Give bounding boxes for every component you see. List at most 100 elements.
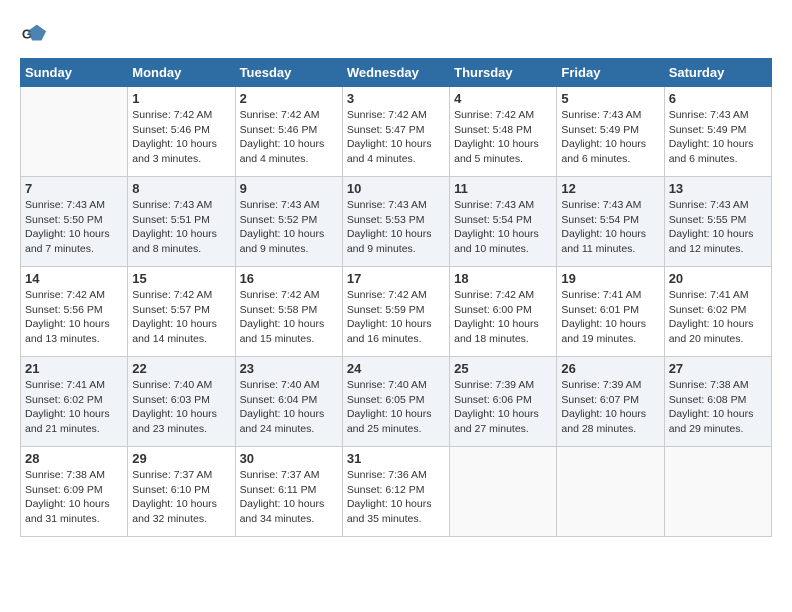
calendar-week-row: 7 Sunrise: 7:43 AMSunset: 5:50 PMDayligh… <box>21 177 772 267</box>
cell-date: 29 <box>132 451 230 466</box>
cell-date: 3 <box>347 91 445 106</box>
cell-date: 13 <box>669 181 767 196</box>
cell-info: Sunrise: 7:42 AMSunset: 5:56 PMDaylight:… <box>25 288 123 347</box>
calendar-cell: 3 Sunrise: 7:42 AMSunset: 5:47 PMDayligh… <box>342 87 449 177</box>
cell-info: Sunrise: 7:43 AMSunset: 5:54 PMDaylight:… <box>561 198 659 257</box>
cell-date: 25 <box>454 361 552 376</box>
calendar-cell: 2 Sunrise: 7:42 AMSunset: 5:46 PMDayligh… <box>235 87 342 177</box>
calendar-cell: 16 Sunrise: 7:42 AMSunset: 5:58 PMDaylig… <box>235 267 342 357</box>
cell-info: Sunrise: 7:42 AMSunset: 5:58 PMDaylight:… <box>240 288 338 347</box>
cell-info: Sunrise: 7:41 AMSunset: 6:01 PMDaylight:… <box>561 288 659 347</box>
calendar-cell: 14 Sunrise: 7:42 AMSunset: 5:56 PMDaylig… <box>21 267 128 357</box>
cell-date: 23 <box>240 361 338 376</box>
calendar-week-row: 1 Sunrise: 7:42 AMSunset: 5:46 PMDayligh… <box>21 87 772 177</box>
cell-info: Sunrise: 7:43 AMSunset: 5:52 PMDaylight:… <box>240 198 338 257</box>
day-header-sunday: Sunday <box>21 59 128 87</box>
logo-icon: G <box>20 20 48 48</box>
cell-info: Sunrise: 7:38 AMSunset: 6:09 PMDaylight:… <box>25 468 123 527</box>
calendar-cell: 30 Sunrise: 7:37 AMSunset: 6:11 PMDaylig… <box>235 447 342 537</box>
calendar-cell <box>21 87 128 177</box>
calendar-cell: 31 Sunrise: 7:36 AMSunset: 6:12 PMDaylig… <box>342 447 449 537</box>
cell-date: 24 <box>347 361 445 376</box>
cell-date: 17 <box>347 271 445 286</box>
calendar-cell: 22 Sunrise: 7:40 AMSunset: 6:03 PMDaylig… <box>128 357 235 447</box>
cell-date: 7 <box>25 181 123 196</box>
calendar-cell: 11 Sunrise: 7:43 AMSunset: 5:54 PMDaylig… <box>450 177 557 267</box>
cell-info: Sunrise: 7:40 AMSunset: 6:03 PMDaylight:… <box>132 378 230 437</box>
cell-info: Sunrise: 7:42 AMSunset: 6:00 PMDaylight:… <box>454 288 552 347</box>
calendar-cell: 13 Sunrise: 7:43 AMSunset: 5:55 PMDaylig… <box>664 177 771 267</box>
cell-date: 10 <box>347 181 445 196</box>
calendar-cell: 18 Sunrise: 7:42 AMSunset: 6:00 PMDaylig… <box>450 267 557 357</box>
calendar-cell <box>557 447 664 537</box>
cell-date: 21 <box>25 361 123 376</box>
calendar-cell: 4 Sunrise: 7:42 AMSunset: 5:48 PMDayligh… <box>450 87 557 177</box>
cell-info: Sunrise: 7:42 AMSunset: 5:57 PMDaylight:… <box>132 288 230 347</box>
cell-date: 4 <box>454 91 552 106</box>
cell-info: Sunrise: 7:42 AMSunset: 5:47 PMDaylight:… <box>347 108 445 167</box>
cell-info: Sunrise: 7:39 AMSunset: 6:06 PMDaylight:… <box>454 378 552 437</box>
calendar-table: SundayMondayTuesdayWednesdayThursdayFrid… <box>20 58 772 537</box>
calendar-cell: 29 Sunrise: 7:37 AMSunset: 6:10 PMDaylig… <box>128 447 235 537</box>
day-header-friday: Friday <box>557 59 664 87</box>
cell-info: Sunrise: 7:38 AMSunset: 6:08 PMDaylight:… <box>669 378 767 437</box>
cell-info: Sunrise: 7:41 AMSunset: 6:02 PMDaylight:… <box>25 378 123 437</box>
cell-info: Sunrise: 7:37 AMSunset: 6:11 PMDaylight:… <box>240 468 338 527</box>
day-header-tuesday: Tuesday <box>235 59 342 87</box>
cell-date: 16 <box>240 271 338 286</box>
cell-info: Sunrise: 7:43 AMSunset: 5:49 PMDaylight:… <box>561 108 659 167</box>
cell-date: 28 <box>25 451 123 466</box>
cell-info: Sunrise: 7:42 AMSunset: 5:59 PMDaylight:… <box>347 288 445 347</box>
cell-info: Sunrise: 7:39 AMSunset: 6:07 PMDaylight:… <box>561 378 659 437</box>
calendar-cell: 20 Sunrise: 7:41 AMSunset: 6:02 PMDaylig… <box>664 267 771 357</box>
cell-date: 31 <box>347 451 445 466</box>
calendar-cell: 17 Sunrise: 7:42 AMSunset: 5:59 PMDaylig… <box>342 267 449 357</box>
cell-date: 6 <box>669 91 767 106</box>
cell-info: Sunrise: 7:41 AMSunset: 6:02 PMDaylight:… <box>669 288 767 347</box>
cell-date: 11 <box>454 181 552 196</box>
day-header-monday: Monday <box>128 59 235 87</box>
cell-info: Sunrise: 7:40 AMSunset: 6:05 PMDaylight:… <box>347 378 445 437</box>
cell-date: 15 <box>132 271 230 286</box>
calendar-cell: 12 Sunrise: 7:43 AMSunset: 5:54 PMDaylig… <box>557 177 664 267</box>
calendar-cell: 15 Sunrise: 7:42 AMSunset: 5:57 PMDaylig… <box>128 267 235 357</box>
cell-date: 2 <box>240 91 338 106</box>
calendar-cell: 23 Sunrise: 7:40 AMSunset: 6:04 PMDaylig… <box>235 357 342 447</box>
calendar-cell: 6 Sunrise: 7:43 AMSunset: 5:49 PMDayligh… <box>664 87 771 177</box>
calendar-cell: 7 Sunrise: 7:43 AMSunset: 5:50 PMDayligh… <box>21 177 128 267</box>
calendar-week-row: 21 Sunrise: 7:41 AMSunset: 6:02 PMDaylig… <box>21 357 772 447</box>
calendar-cell: 27 Sunrise: 7:38 AMSunset: 6:08 PMDaylig… <box>664 357 771 447</box>
cell-info: Sunrise: 7:43 AMSunset: 5:55 PMDaylight:… <box>669 198 767 257</box>
calendar-cell: 28 Sunrise: 7:38 AMSunset: 6:09 PMDaylig… <box>21 447 128 537</box>
calendar-cell: 10 Sunrise: 7:43 AMSunset: 5:53 PMDaylig… <box>342 177 449 267</box>
logo: G <box>20 20 52 48</box>
cell-info: Sunrise: 7:37 AMSunset: 6:10 PMDaylight:… <box>132 468 230 527</box>
cell-info: Sunrise: 7:43 AMSunset: 5:53 PMDaylight:… <box>347 198 445 257</box>
page-header: G <box>20 20 772 48</box>
cell-info: Sunrise: 7:43 AMSunset: 5:50 PMDaylight:… <box>25 198 123 257</box>
calendar-header-row: SundayMondayTuesdayWednesdayThursdayFrid… <box>21 59 772 87</box>
day-header-thursday: Thursday <box>450 59 557 87</box>
cell-date: 18 <box>454 271 552 286</box>
calendar-cell: 19 Sunrise: 7:41 AMSunset: 6:01 PMDaylig… <box>557 267 664 357</box>
cell-info: Sunrise: 7:43 AMSunset: 5:51 PMDaylight:… <box>132 198 230 257</box>
cell-info: Sunrise: 7:42 AMSunset: 5:46 PMDaylight:… <box>240 108 338 167</box>
calendar-cell: 5 Sunrise: 7:43 AMSunset: 5:49 PMDayligh… <box>557 87 664 177</box>
cell-date: 30 <box>240 451 338 466</box>
cell-date: 27 <box>669 361 767 376</box>
calendar-cell <box>450 447 557 537</box>
cell-date: 9 <box>240 181 338 196</box>
calendar-cell: 25 Sunrise: 7:39 AMSunset: 6:06 PMDaylig… <box>450 357 557 447</box>
cell-date: 20 <box>669 271 767 286</box>
calendar-cell: 8 Sunrise: 7:43 AMSunset: 5:51 PMDayligh… <box>128 177 235 267</box>
calendar-cell: 24 Sunrise: 7:40 AMSunset: 6:05 PMDaylig… <box>342 357 449 447</box>
cell-date: 12 <box>561 181 659 196</box>
calendar-cell: 21 Sunrise: 7:41 AMSunset: 6:02 PMDaylig… <box>21 357 128 447</box>
calendar-cell: 26 Sunrise: 7:39 AMSunset: 6:07 PMDaylig… <box>557 357 664 447</box>
calendar-cell <box>664 447 771 537</box>
day-header-wednesday: Wednesday <box>342 59 449 87</box>
day-header-saturday: Saturday <box>664 59 771 87</box>
cell-info: Sunrise: 7:42 AMSunset: 5:46 PMDaylight:… <box>132 108 230 167</box>
cell-date: 14 <box>25 271 123 286</box>
cell-date: 22 <box>132 361 230 376</box>
